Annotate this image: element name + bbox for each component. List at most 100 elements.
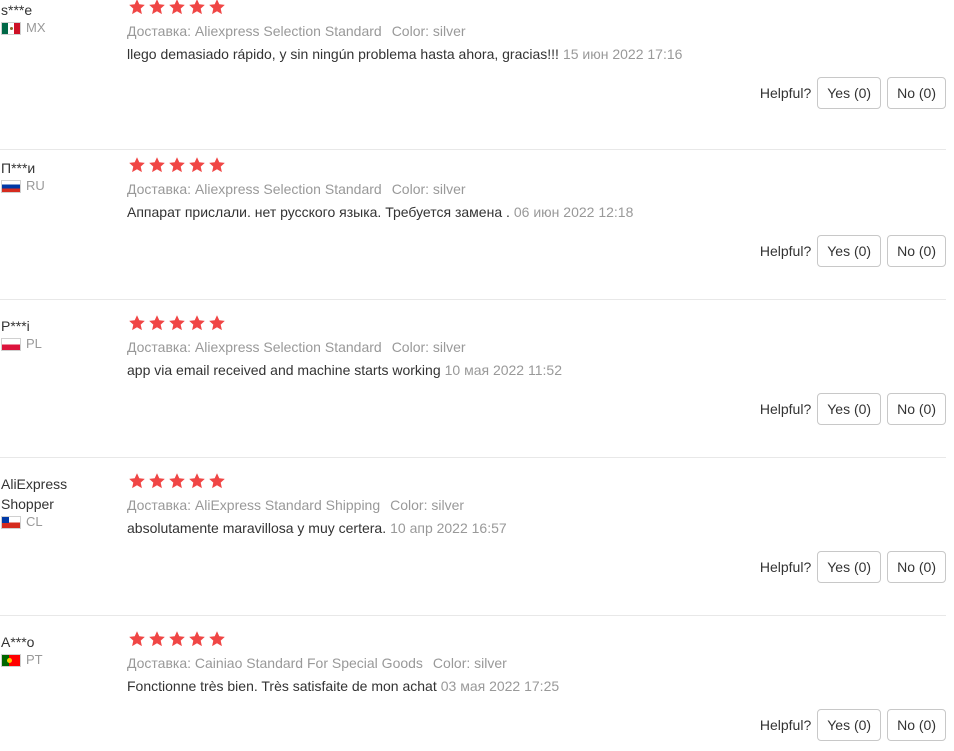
shipping-method: Доставка: AliExpress Standard Shipping — [127, 497, 381, 513]
star-icon — [208, 156, 226, 174]
helpful-yes-button[interactable]: Yes (0) — [817, 393, 882, 425]
review-text-row: Аппарат прислали. нет русского языка. Тр… — [127, 203, 633, 221]
review-user: A***o PT — [1, 632, 111, 668]
shipping-method: Доставка: Aliexpress Selection Standard — [127, 181, 382, 197]
shipping-method: Доставка: Cainiao Standard For Special G… — [127, 655, 423, 671]
review-item: A***o PT Доставка: Cainiao Standard For … — [0, 616, 954, 751]
review-text-row: absolutamente maravillosa y muy certera.… — [127, 519, 507, 537]
review-user: P***i PL — [1, 316, 111, 352]
review-user: s***e MX — [1, 0, 111, 36]
user-country: PL — [1, 336, 111, 352]
star-icon — [148, 156, 166, 174]
product-color: Color: silver — [391, 339, 466, 355]
shipping-method: Доставка: Aliexpress Selection Standard — [127, 339, 382, 355]
star-rating — [128, 630, 226, 648]
star-icon — [128, 630, 146, 648]
review-date: 10 апр 2022 16:57 — [390, 520, 507, 536]
user-country: RU — [1, 178, 111, 194]
star-icon — [168, 630, 186, 648]
user-country: MX — [1, 20, 111, 36]
star-icon — [188, 156, 206, 174]
star-icon — [128, 156, 146, 174]
helpful-label: Helpful? — [759, 401, 812, 417]
star-icon — [168, 0, 186, 16]
star-icon — [148, 472, 166, 490]
review-item: П***и RU Доставка: Aliexpress Selection … — [0, 142, 954, 300]
star-rating — [128, 314, 226, 332]
shipping-method: Доставка: Aliexpress Selection Standard — [127, 23, 382, 39]
helpful-label: Helpful? — [759, 85, 812, 101]
star-icon — [168, 472, 186, 490]
star-icon — [188, 472, 206, 490]
review-text: Аппарат прислали. нет русского языка. Тр… — [127, 204, 510, 220]
helpful-votes: Helpful? Yes (0) No (0) — [760, 235, 946, 267]
product-color: Color: silver — [391, 23, 466, 39]
user-name: A***o — [1, 634, 35, 650]
helpful-yes-button[interactable]: Yes (0) — [817, 551, 882, 583]
review-meta: Доставка: Aliexpress Selection Standard C… — [127, 338, 466, 356]
star-icon — [148, 314, 166, 332]
review-item: AliExpress Shopper CL Доставка: AliExpre… — [0, 458, 954, 616]
review-text: llego demasiado rápido, y sin ningún pro… — [127, 46, 559, 62]
user-country: CL — [1, 514, 91, 530]
country-code: CL — [26, 514, 43, 529]
helpful-votes: Helpful? Yes (0) No (0) — [760, 551, 946, 583]
review-meta: Доставка: Aliexpress Selection Standard C… — [127, 180, 466, 198]
helpful-no-button[interactable]: No (0) — [887, 709, 946, 741]
review-text: Fonctionne très bien. Très satisfaite de… — [127, 678, 437, 694]
flag-portugal-icon — [1, 653, 21, 667]
flag-mexico-icon — [1, 21, 21, 35]
helpful-votes: Helpful? Yes (0) No (0) — [760, 77, 946, 109]
star-icon — [208, 472, 226, 490]
review-item: s***e MX Доставка: Aliexpress Selection … — [0, 0, 954, 150]
user-name: П***и — [1, 160, 36, 176]
star-icon — [128, 0, 146, 16]
review-text-row: llego demasiado rápido, y sin ningún pro… — [127, 45, 682, 63]
review-list: s***e MX Доставка: Aliexpress Selection … — [0, 0, 954, 751]
review-item: P***i PL Доставка: Aliexpress Selection … — [0, 300, 954, 458]
helpful-label: Helpful? — [759, 243, 812, 259]
helpful-no-button[interactable]: No (0) — [887, 77, 946, 109]
review-meta: Доставка: AliExpress Standard Shipping Co… — [127, 496, 464, 514]
star-icon — [208, 314, 226, 332]
helpful-no-button[interactable]: No (0) — [887, 235, 946, 267]
user-country: PT — [1, 652, 111, 668]
helpful-label: Helpful? — [759, 559, 812, 575]
review-text: absolutamente maravillosa y muy certera. — [127, 520, 387, 536]
flag-chile-icon — [1, 515, 21, 529]
helpful-label: Helpful? — [759, 717, 812, 733]
product-color: Color: silver — [432, 655, 507, 671]
review-date: 10 мая 2022 11:52 — [444, 362, 562, 378]
product-color: Color: silver — [391, 181, 466, 197]
helpful-votes: Helpful? Yes (0) No (0) — [760, 393, 946, 425]
user-name: s***e — [1, 2, 33, 18]
star-icon — [208, 0, 226, 16]
helpful-no-button[interactable]: No (0) — [887, 393, 946, 425]
star-rating — [128, 0, 226, 16]
star-icon — [128, 472, 146, 490]
helpful-yes-button[interactable]: Yes (0) — [817, 77, 882, 109]
flag-russia-icon — [1, 179, 21, 193]
star-icon — [188, 630, 206, 648]
country-code: PT — [26, 652, 43, 667]
user-name: AliExpress Shopper — [1, 476, 68, 512]
country-code: MX — [26, 20, 46, 35]
star-icon — [168, 314, 186, 332]
star-icon — [188, 0, 206, 16]
helpful-no-button[interactable]: No (0) — [887, 551, 946, 583]
star-rating — [128, 472, 226, 490]
helpful-yes-button[interactable]: Yes (0) — [817, 709, 882, 741]
review-date: 06 июн 2022 12:18 — [513, 204, 634, 220]
product-color: Color: silver — [390, 497, 465, 513]
country-code: RU — [26, 178, 45, 193]
helpful-yes-button[interactable]: Yes (0) — [817, 235, 882, 267]
review-meta: Доставка: Cainiao Standard For Special G… — [127, 654, 507, 672]
review-date: 03 мая 2022 17:25 — [440, 678, 560, 694]
star-icon — [148, 630, 166, 648]
star-icon — [188, 314, 206, 332]
review-date: 15 июн 2022 17:16 — [562, 46, 683, 62]
star-icon — [168, 156, 186, 174]
star-rating — [128, 156, 226, 174]
review-text: app via email received and machine start… — [127, 362, 441, 378]
review-user: П***и RU — [1, 158, 111, 194]
